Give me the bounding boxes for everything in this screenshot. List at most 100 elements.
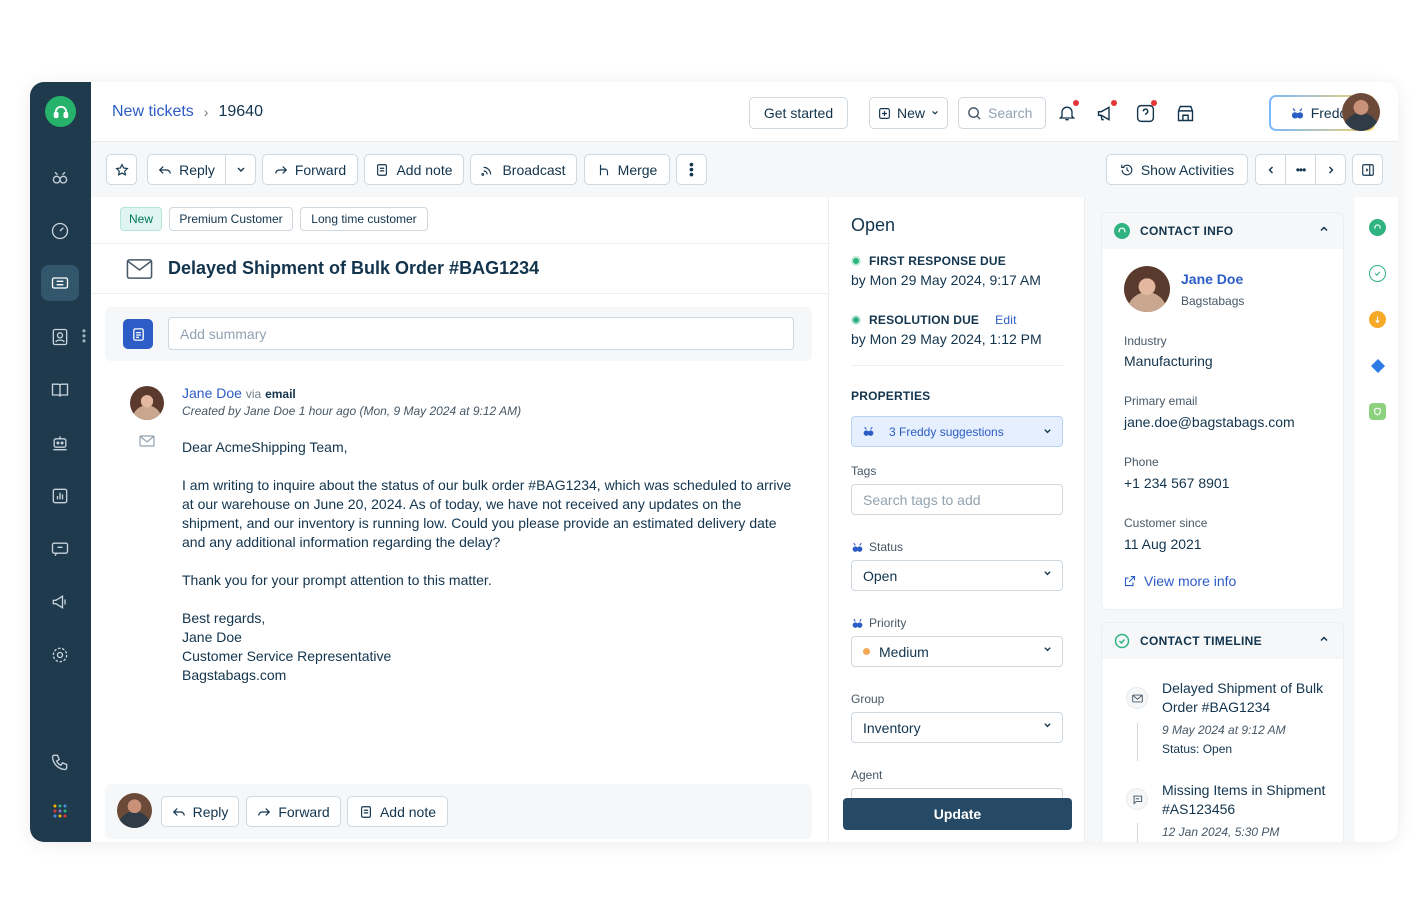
ticket-list-button[interactable]: ••• bbox=[1285, 154, 1316, 185]
reply-bottom-button[interactable]: Reply bbox=[161, 796, 239, 827]
status-label: Status bbox=[851, 540, 903, 554]
message-paragraph: I am writing to inquire about the status… bbox=[182, 477, 792, 550]
summary-input[interactable]: Add summary bbox=[168, 317, 794, 350]
sidebar-item-contacts[interactable] bbox=[41, 319, 79, 355]
timeline-item-date: 9 May 2024 at 9:12 AM bbox=[1162, 723, 1286, 737]
sidebar-item-settings[interactable] bbox=[41, 637, 79, 673]
show-activities-button[interactable]: Show Activities bbox=[1106, 154, 1248, 185]
sender-name[interactable]: Jane Doe bbox=[182, 385, 242, 401]
view-more-info-link[interactable]: View more info bbox=[1124, 573, 1236, 589]
via-label: via bbox=[245, 387, 262, 401]
tag-label: Premium Customer bbox=[179, 212, 283, 226]
add-note-button[interactable]: Add note bbox=[364, 154, 464, 185]
sidebar: • • • bbox=[30, 82, 91, 842]
sidebar-item-solutions[interactable] bbox=[41, 372, 79, 408]
sidebar-item-freddy[interactable] bbox=[41, 160, 79, 196]
user-avatar[interactable] bbox=[1342, 93, 1380, 131]
phone-value[interactable]: +1 234 567 8901 bbox=[1124, 475, 1230, 491]
diamond-app-icon[interactable] bbox=[1369, 357, 1386, 374]
timeline-item-status: Status: Open bbox=[1162, 742, 1233, 756]
sidebar-item-announcements[interactable] bbox=[41, 584, 79, 620]
sidebar-item-dashboard[interactable] bbox=[41, 213, 79, 249]
priority-dot bbox=[863, 648, 870, 655]
search-input[interactable]: Search bbox=[958, 97, 1046, 129]
email-icon bbox=[1126, 687, 1148, 709]
logo-icon[interactable] bbox=[45, 96, 76, 127]
apps-grid-icon[interactable] bbox=[41, 793, 79, 829]
sidebar-item-analytics[interactable] bbox=[41, 478, 79, 514]
summary-section: Add summary bbox=[105, 307, 812, 361]
chevron-up-icon bbox=[1320, 636, 1328, 642]
chevron-up-icon bbox=[1320, 226, 1328, 232]
megaphone-icon[interactable] bbox=[1092, 100, 1118, 126]
divider bbox=[851, 365, 1063, 366]
notification-bell-icon[interactable] bbox=[1054, 100, 1080, 126]
first-response-label: FIRST RESPONSE DUE bbox=[851, 254, 1006, 268]
broadcast-icon bbox=[481, 166, 492, 176]
contact-app-icon[interactable] bbox=[1369, 219, 1386, 236]
phone-icon[interactable] bbox=[41, 744, 79, 780]
group-select[interactable]: Inventory bbox=[851, 712, 1063, 743]
tags-input[interactable]: Search tags to add bbox=[851, 484, 1063, 515]
freddy-suggestions-dropdown[interactable]: 3 Freddy suggestions bbox=[851, 416, 1063, 447]
help-dot bbox=[1151, 100, 1157, 106]
help-icon[interactable] bbox=[1132, 100, 1158, 126]
toggle-panel-button[interactable] bbox=[1352, 154, 1383, 185]
breadcrumb-parent[interactable]: New tickets bbox=[112, 103, 194, 121]
new-button[interactable]: New bbox=[869, 97, 948, 129]
timeline-item-date: 12 Jan 2024, 5:30 PM bbox=[1162, 825, 1280, 839]
sidebar-item-bot[interactable] bbox=[41, 425, 79, 461]
freddy-suggestions-label: 3 Freddy suggestions bbox=[889, 424, 1004, 439]
contact-info-card: CONTACT INFO Jane Doe Bagstabags Industr… bbox=[1101, 212, 1344, 610]
broadcast-label: Broadcast bbox=[502, 161, 566, 178]
next-ticket-button[interactable] bbox=[1315, 154, 1346, 185]
orders-app-icon[interactable] bbox=[1369, 311, 1386, 328]
timeline-app-icon[interactable] bbox=[1369, 265, 1386, 282]
broadcast-button[interactable]: Broadcast bbox=[470, 154, 577, 185]
marketplace-icon[interactable] bbox=[1172, 100, 1198, 126]
message-paragraph: Thank you for your prompt attention to t… bbox=[182, 572, 492, 588]
add-note-bottom-button[interactable]: Add note bbox=[347, 796, 448, 827]
contact-timeline-header[interactable]: CONTACT TIMELINE bbox=[1102, 623, 1343, 659]
email-icon bbox=[126, 259, 153, 279]
status-select[interactable]: Open bbox=[851, 560, 1063, 591]
sidebar-item-chat[interactable] bbox=[41, 531, 79, 567]
contact-name[interactable]: Jane Doe bbox=[1181, 271, 1243, 287]
contact-avatar bbox=[1124, 266, 1170, 312]
tag-premium-customer: Premium Customer bbox=[169, 207, 293, 231]
previous-ticket-button[interactable] bbox=[1255, 154, 1286, 185]
edit-resolution-link[interactable]: Edit bbox=[995, 313, 1016, 327]
more-dots-icon[interactable]: • • • bbox=[81, 325, 87, 347]
breadcrumb-current: 19640 bbox=[218, 103, 263, 120]
external-link-icon bbox=[1124, 575, 1136, 587]
freddy-icon bbox=[852, 618, 863, 628]
status-dot bbox=[851, 315, 861, 325]
star-button[interactable] bbox=[106, 154, 137, 185]
forward-bottom-button[interactable]: Forward bbox=[246, 796, 341, 827]
get-started-button[interactable]: Get started bbox=[749, 97, 848, 129]
more-actions-button[interactable]: • • • bbox=[676, 154, 707, 185]
merge-button[interactable]: Merge bbox=[584, 154, 670, 185]
search-placeholder: Search bbox=[988, 105, 1033, 121]
chevron-down-icon bbox=[932, 110, 938, 115]
sidebar-item-tickets[interactable] bbox=[41, 265, 79, 301]
breadcrumb: New tickets › 19640 bbox=[112, 103, 263, 121]
reply-button[interactable]: Reply bbox=[147, 154, 226, 185]
forward-button[interactable]: Forward bbox=[262, 154, 358, 185]
resolution-label: RESOLUTION DUE Edit bbox=[851, 313, 1017, 327]
priority-select[interactable]: Medium bbox=[851, 636, 1063, 667]
shield-app-icon[interactable] bbox=[1369, 403, 1386, 420]
timeline-item[interactable]: Missing Items in Shipment #AS123456 12 J… bbox=[1162, 781, 1337, 839]
merge-icon bbox=[599, 164, 608, 175]
chevron-right-icon: › bbox=[203, 104, 209, 120]
update-button[interactable]: Update bbox=[843, 798, 1072, 830]
reply-dropdown-button[interactable] bbox=[225, 154, 256, 185]
signature-line: Best regards, bbox=[182, 610, 266, 626]
contact-info-header[interactable]: CONTACT INFO bbox=[1102, 213, 1343, 249]
agent-avatar bbox=[117, 793, 152, 828]
email-value[interactable]: jane.doe@bagstabags.com bbox=[1124, 414, 1295, 430]
first-response-text: FIRST RESPONSE DUE bbox=[869, 254, 1006, 268]
timeline-item[interactable]: Delayed Shipment of Bulk Order #BAG1234 … bbox=[1162, 679, 1337, 756]
reply-icon bbox=[172, 807, 185, 816]
resolution-value: by Mon 29 May 2024, 1:12 PM bbox=[851, 331, 1042, 347]
